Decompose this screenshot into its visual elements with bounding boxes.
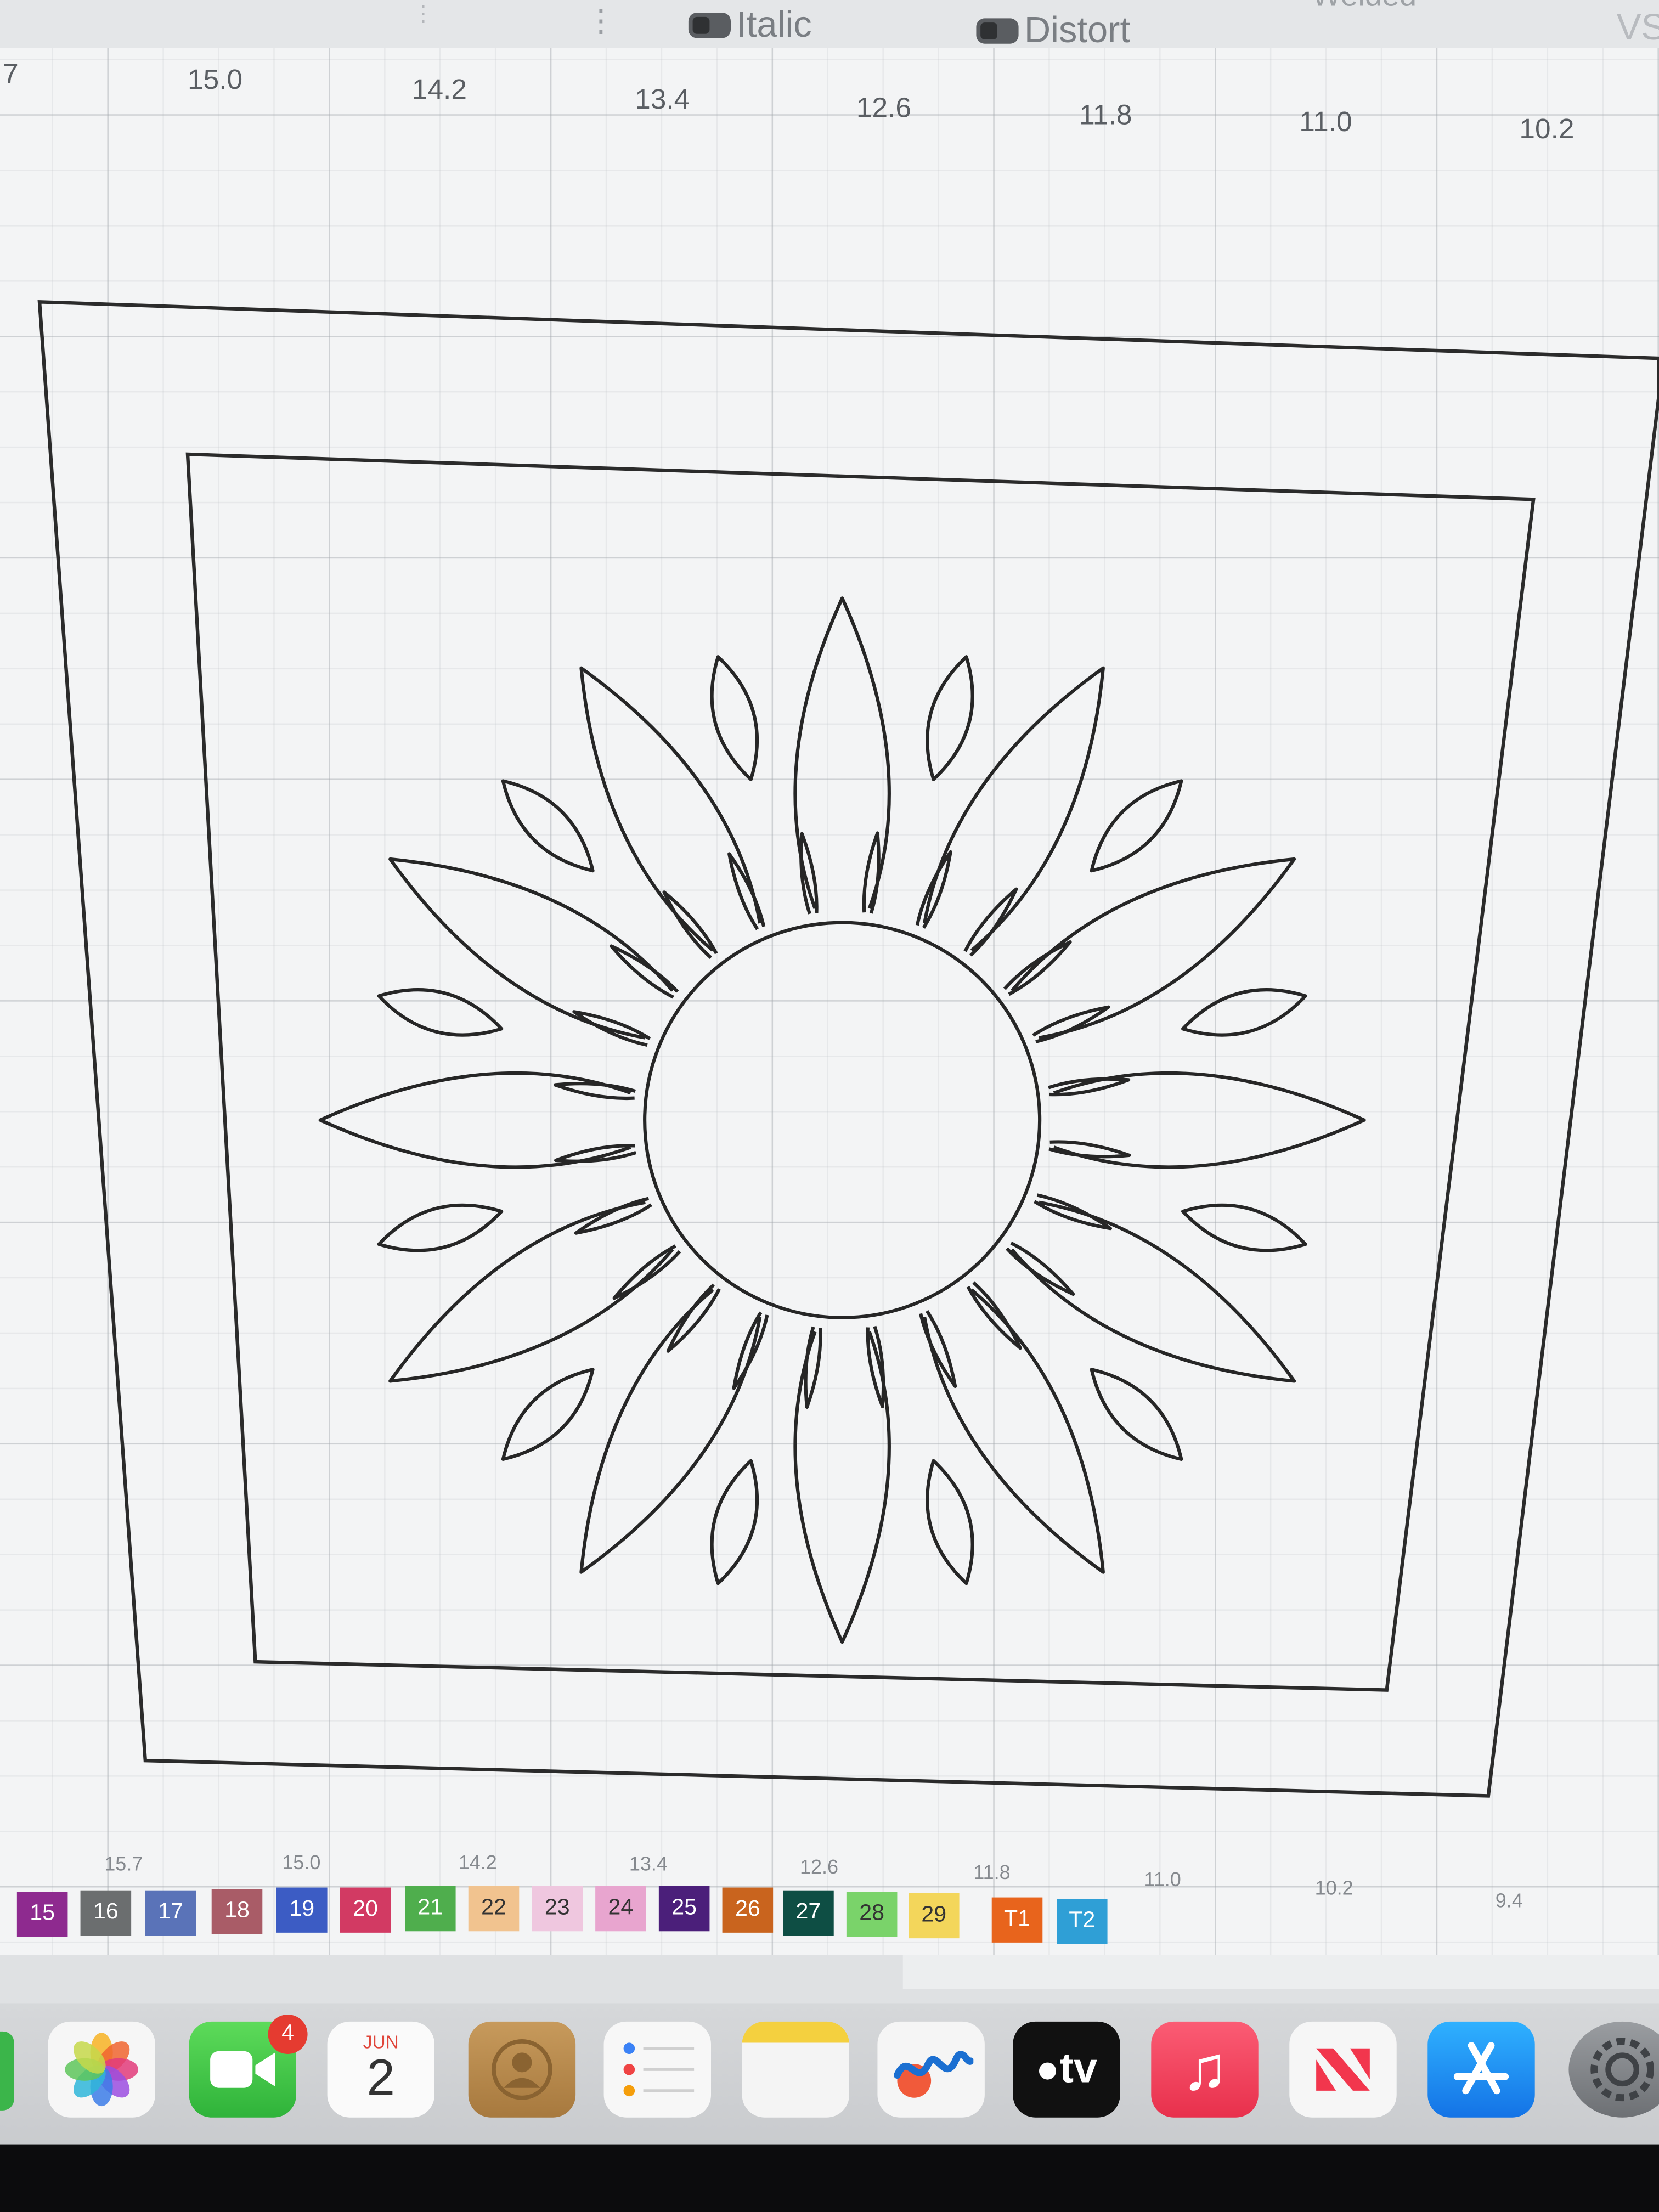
ruler-tick: 12.6 (800, 1855, 839, 1878)
facetime-notification-badge: 4 (268, 2015, 308, 2054)
sunflower-large-petal (388, 857, 674, 1040)
sunflower-small-petal (377, 988, 504, 1037)
color-swatch-17[interactable]: 17 (145, 1890, 196, 1936)
calendar-day: 2 (366, 2047, 396, 2106)
music-note-icon: ♫ (1181, 2034, 1228, 2103)
notes-icon[interactable] (742, 2021, 849, 2118)
color-swatch-t2[interactable]: T2 (1057, 1899, 1108, 1944)
contacts-icon[interactable] (468, 2021, 576, 2118)
ruler-tick: 11.8 (973, 1860, 1011, 1883)
sunflower-center (643, 921, 1042, 1319)
sunflower-outline[interactable] (318, 596, 1366, 1644)
color-swatch-bar: 15 16 17 18 19 20 21 22 23 24 25 26 27 28 29 T1 T2 (0, 1884, 1659, 1955)
sunflower-small-petal (1181, 1203, 1307, 1252)
sunflower-small-petal (377, 1203, 504, 1252)
sunflower-small-petal (501, 779, 595, 873)
sunflower-small-petal (926, 1459, 974, 1585)
apple-tv-icon[interactable]: ● tv (1013, 2021, 1120, 2118)
sunflower-large-petal (923, 666, 1105, 952)
app-store-icon[interactable] (1427, 2021, 1535, 2118)
photos-icon[interactable] (48, 2021, 155, 2118)
gear-icon (1590, 2038, 1655, 2102)
news-icon[interactable] (1289, 2021, 1397, 2118)
ruler-tick: 14.2 (458, 1850, 497, 1874)
color-swatch-25[interactable]: 25 (658, 1886, 710, 1932)
sunflower-petals (318, 596, 1366, 1644)
color-swatch-15[interactable]: 15 (16, 1892, 68, 1937)
person-icon (492, 2039, 552, 2100)
color-swatch-19[interactable]: 19 (276, 1887, 328, 1933)
sunflower-inner-slit (666, 1283, 721, 1353)
outer-frame[interactable] (37, 300, 1659, 1798)
color-swatch-28[interactable]: 28 (846, 1892, 898, 1937)
sunflower-small-petal (1090, 1368, 1183, 1462)
sunflower-inner-slit (610, 944, 679, 999)
color-swatch-23[interactable]: 23 (532, 1886, 583, 1932)
ruler-tick: 15.7 (104, 1852, 143, 1875)
sunflower-large-petal (579, 1288, 762, 1574)
calendar-icon[interactable]: JUN 2 (327, 2021, 435, 2118)
system-settings-icon[interactable] (1568, 2021, 1659, 2118)
sunflower-small-petal (926, 655, 974, 781)
sunflower-small-petal (501, 1368, 595, 1462)
video-camera-icon (210, 2051, 275, 2088)
reminders-icon[interactable] (603, 2021, 711, 2118)
color-swatch-21[interactable]: 21 (405, 1886, 456, 1932)
design-objects[interactable] (0, 0, 1659, 1884)
macos-dock: JUN 2 ● tv ♫ (0, 2003, 1659, 2145)
music-icon[interactable]: ♫ (1151, 2021, 1259, 2118)
color-swatch-t1[interactable]: T1 (991, 1897, 1043, 1943)
color-swatch-26[interactable]: 26 (722, 1887, 774, 1933)
monitor-bezel (0, 2144, 1659, 2212)
color-swatch-29[interactable]: 29 (909, 1893, 960, 1939)
sunflower-small-petal (710, 1459, 759, 1585)
list-icon (623, 2042, 695, 2097)
news-logo-icon (1316, 2048, 1370, 2091)
sunflower-inner-slit (1006, 1241, 1075, 1296)
color-swatch-20[interactable]: 20 (340, 1887, 391, 1933)
scribble-icon (893, 2051, 974, 2098)
ruler-tick: 15.0 (282, 1850, 321, 1874)
sunflower-small-petal (1090, 779, 1183, 873)
sunflower-small-petal (710, 655, 759, 781)
sunflower-small-petal (1181, 988, 1307, 1037)
color-swatch-22[interactable]: 22 (468, 1886, 520, 1932)
apple-logo-icon: ● (1035, 2047, 1060, 2091)
color-swatch-16[interactable]: 16 (80, 1890, 132, 1936)
apple-tv-label: tv (1059, 2045, 1098, 2092)
color-swatch-27[interactable]: 27 (783, 1890, 834, 1936)
color-swatch-24[interactable]: 24 (595, 1886, 646, 1932)
app-store-a-icon (1453, 2042, 1509, 2095)
sunflower-large-petal (1011, 1200, 1296, 1383)
color-swatch-18[interactable]: 18 (211, 1889, 263, 1934)
photos-icon-graphic (65, 2033, 139, 2107)
freeform-icon[interactable] (877, 2021, 985, 2118)
sunflower-inner-slit (963, 887, 1018, 957)
ruler-tick: 13.4 (629, 1852, 668, 1875)
partial-dock-icon[interactable] (0, 2031, 14, 2111)
